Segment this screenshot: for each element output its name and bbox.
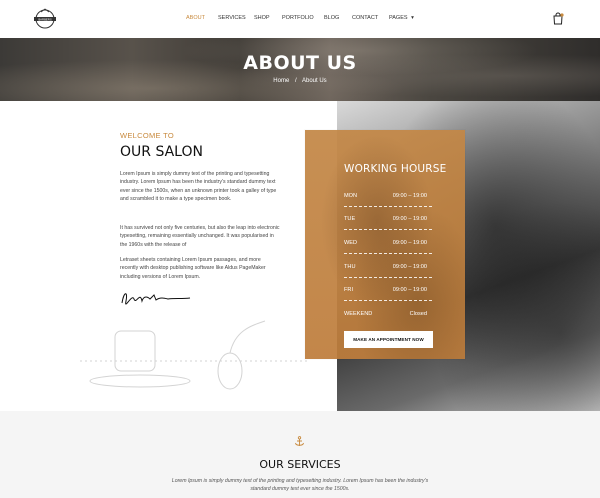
shopping-bag-icon[interactable] — [551, 12, 565, 26]
breadcrumb: Home / About Us — [0, 78, 600, 84]
hours-day: WED — [344, 240, 358, 246]
services-description: Lorem Ipsum is simply dummy text of the … — [171, 478, 429, 492]
breadcrumb-current: About Us — [302, 78, 327, 84]
hours-row: THU 09:00 – 19:00 — [344, 259, 432, 281]
row-divider — [344, 253, 432, 254]
barber-tools-illustration — [80, 320, 310, 390]
about-paragraph: Letraset sheets containing Lorem Ipsum p… — [120, 257, 266, 280]
nav-shop[interactable]: SHOP — [254, 15, 270, 21]
section-kicker: WELCOME TO — [120, 131, 174, 140]
hours-day: FRI — [344, 287, 354, 293]
nav-pages-label: PAGES — [389, 15, 408, 21]
hours-row: WEEKEND Closed — [344, 306, 432, 328]
hours-row: WED 09:00 – 19:00 — [344, 235, 432, 257]
nav-portfolio[interactable]: PORTFOLIO — [282, 15, 314, 21]
top-navbar: BARBERS ABOUT SERVICES SHOP PORTFOLIO BL… — [0, 0, 600, 38]
services-section: OUR SERVICES Lorem Ipsum is simply dummy… — [0, 411, 600, 498]
nav-pages[interactable]: PAGES ▾ — [389, 15, 414, 21]
hours-day: THU — [344, 264, 356, 270]
services-title: OUR SERVICES — [259, 458, 341, 471]
breadcrumb-separator: / — [294, 78, 297, 84]
hours-day: WEEKEND — [344, 311, 373, 317]
hours-time: 09:00 – 19:00 — [392, 240, 427, 246]
nav-contact[interactable]: CONTACT — [352, 15, 378, 21]
svg-text:BARBERS: BARBERS — [38, 17, 52, 21]
page-header-banner: ABOUT US Home / About Us — [0, 38, 600, 101]
hours-time: 09:00 – 19:00 — [392, 193, 427, 199]
working-hours-title: WORKING HOURSE — [344, 163, 447, 175]
row-divider — [344, 206, 432, 207]
hours-day: TUE — [344, 216, 356, 222]
hours-time: Closed — [409, 311, 427, 317]
about-paragraph: It has survived not only five centuries,… — [120, 225, 280, 248]
hours-row: MON 09:00 – 19:00 — [344, 188, 432, 210]
nav-blog[interactable]: BLOG — [324, 15, 339, 21]
nav-about[interactable]: ABOUT — [186, 15, 205, 21]
about-section: WELCOME TO OUR SALON Lorem Ipsum is simp… — [0, 101, 600, 411]
hours-time: 09:00 – 19:00 — [392, 216, 427, 222]
row-divider — [344, 277, 432, 278]
row-divider — [344, 300, 432, 301]
breadcrumb-home[interactable]: Home — [273, 78, 289, 84]
anchor-icon — [295, 436, 304, 446]
hours-time: 09:00 – 19:00 — [392, 264, 427, 270]
about-paragraph: Lorem Ipsum is simply dummy text of the … — [120, 171, 277, 203]
row-divider — [344, 229, 432, 230]
hours-row: TUE 09:00 – 19:00 — [344, 211, 432, 233]
caret-down-icon: ▾ — [411, 15, 414, 21]
working-hours-card: WORKING HOURSE MON 09:00 – 19:00 TUE 09:… — [305, 130, 465, 359]
hours-day: MON — [344, 193, 358, 199]
logo[interactable]: BARBERS — [31, 7, 59, 31]
hours-row: FRI 09:00 – 19:00 — [344, 282, 432, 304]
section-title: OUR SALON — [120, 144, 203, 160]
hours-time: 09:00 – 19:00 — [392, 287, 427, 293]
page-title: ABOUT US — [243, 52, 357, 74]
nav-services[interactable]: SERVICES — [218, 15, 246, 21]
make-appointment-button[interactable]: MAKE AN APPOINTMENT NOW — [344, 331, 433, 348]
